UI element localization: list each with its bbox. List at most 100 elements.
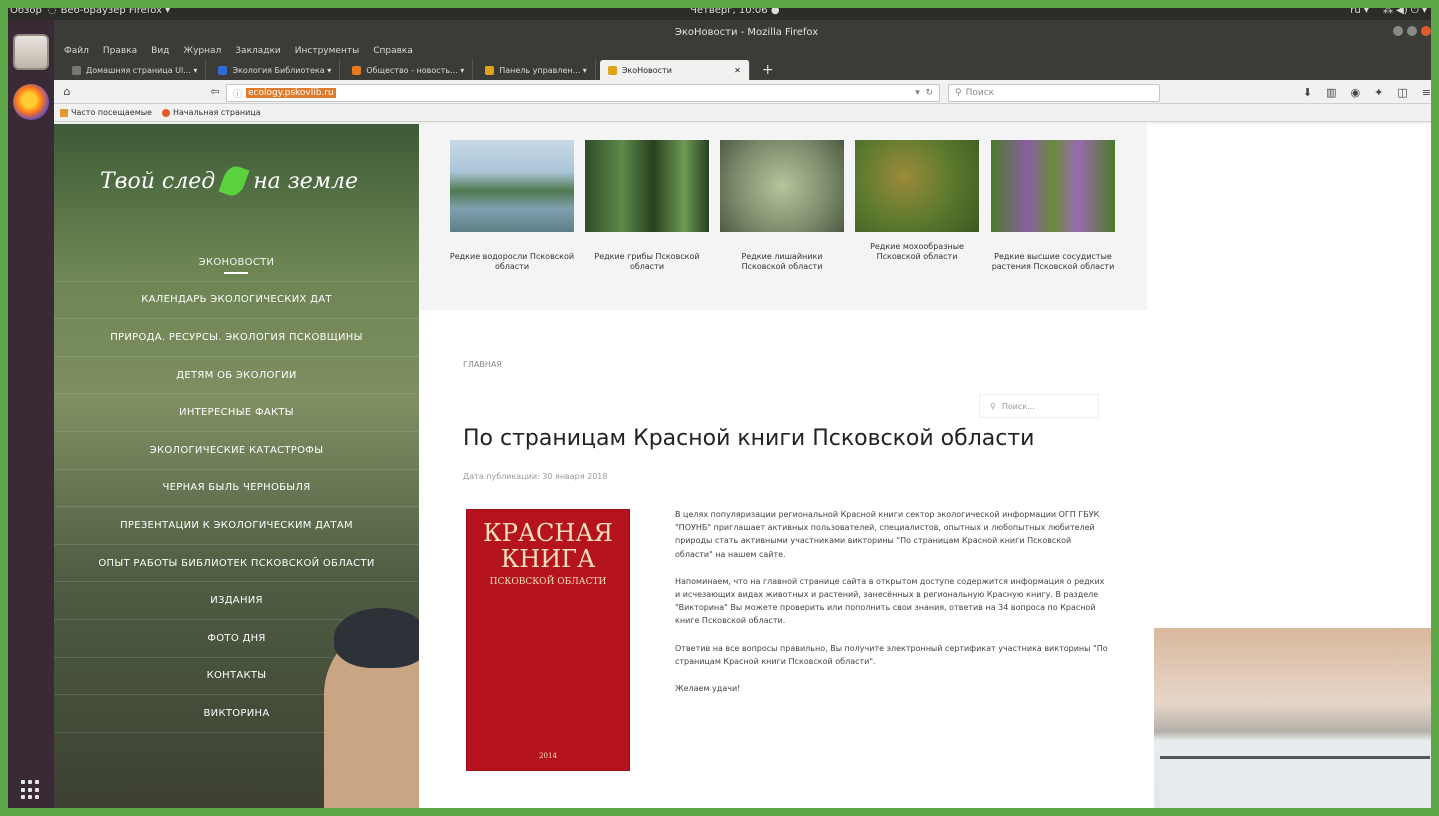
article-paragraph: Напоминаем, что на главной странице сайт…: [675, 576, 1105, 626]
tab-close-icon[interactable]: ✕: [734, 66, 741, 75]
nav-item-disasters[interactable]: ЭКОЛОГИЧЕСКИЕ КАТАСТРОФЫ: [54, 432, 419, 470]
keyboard-layout[interactable]: ru ▾: [1350, 5, 1369, 16]
interactive-whiteboard: [1160, 756, 1430, 816]
nav-item-calendar[interactable]: КАЛЕНДАРЬ ЭКОЛОГИЧЕСКИХ ДАТ: [54, 282, 419, 320]
nav-item-nature[interactable]: ПРИРОДА. РЕСУРСЫ. ЭКОЛОГИЯ ПСКОВЩИНЫ: [54, 319, 419, 357]
menu-icon[interactable]: ≡: [1422, 86, 1431, 99]
nav-item-kids[interactable]: ДЕТЯМ ОБ ЭКОЛОГИИ: [54, 357, 419, 395]
app-menu-label: Веб-браузер Firefox ▾: [60, 4, 171, 16]
gallery-caption[interactable]: Редкие высшие сосудистые растения Псковс…: [990, 252, 1116, 272]
new-tab-icon[interactable]: +: [754, 62, 782, 80]
search-placeholder: Поиск: [965, 88, 995, 98]
gallery-caption[interactable]: Редкие мохообразные Псковской области: [854, 242, 980, 262]
gallery-caption[interactable]: Редкие лишайники Псковской области: [719, 252, 845, 272]
window-title: ЭкоНовости - Mozilla Firefox: [674, 26, 819, 38]
status-icons[interactable]: ⁂ ◀) ⏻ ▾: [1383, 5, 1427, 16]
home-icon[interactable]: ⌂: [60, 85, 74, 98]
gallery-image-algae[interactable]: [450, 140, 574, 232]
window-controls: [1393, 26, 1431, 36]
tab-society-news[interactable]: Общество - новость... ▾: [344, 60, 474, 80]
firefox-bookmark-icon: [161, 108, 170, 117]
publication-date: Дата публикации: 30 января 2018: [463, 472, 608, 481]
nav-item-presentations[interactable]: ПРЕЗЕНТАЦИИ К ЭКОЛОГИЧЕСКИМ ДАТАМ: [54, 507, 419, 545]
maximize-icon[interactable]: [1407, 26, 1417, 36]
activities-button[interactable]: Обзор: [0, 5, 48, 16]
download-icon[interactable]: ⬇: [1303, 86, 1312, 99]
article-title: По страницам Красной книги Псковской обл…: [463, 426, 1035, 451]
tab-label: Общество - новость... ▾: [366, 65, 465, 75]
nav-item-facts[interactable]: ИНТЕРЕСНЫЕ ФАКТЫ: [54, 394, 419, 432]
window-titlebar: ЭкоНовости - Mozilla Firefox: [54, 20, 1439, 44]
system-tray[interactable]: ru ▾ ⁂ ◀) ⏻ ▾: [1350, 5, 1427, 16]
gallery-image-plants[interactable]: [991, 140, 1115, 232]
gallery-image-mosses[interactable]: [855, 140, 979, 232]
tab-favicon: [607, 65, 617, 75]
site-logo[interactable]: Твой след на земле: [100, 163, 359, 199]
tab-favicon: [485, 65, 495, 75]
menu-file[interactable]: Файл: [64, 46, 89, 56]
tab-favicon: [72, 65, 81, 75]
bookmark-label: Часто посещаемые: [71, 108, 152, 117]
site-search-placeholder: Поиск...: [1001, 401, 1035, 411]
bookmark-most-visited[interactable]: Часто посещаемые: [60, 108, 152, 117]
browser-search-input[interactable]: ⚲ Поиск: [948, 84, 1160, 102]
article-body: В целях популяризации региональной Красн…: [675, 508, 1111, 709]
menu-bar: Файл Правка Вид Журнал Закладки Инструме…: [54, 44, 1439, 58]
main-content: Редкие водоросли Псковской области Редки…: [419, 124, 1147, 816]
tab-label: ЭкоНовости: [621, 65, 672, 75]
minimize-icon[interactable]: [1393, 26, 1403, 36]
gallery-caption[interactable]: Редкие водоросли Псковской области: [449, 252, 575, 272]
nav-item-econews[interactable]: ЭКОНОВОСТИ: [54, 244, 419, 282]
breadcrumb[interactable]: Главная: [463, 360, 502, 369]
book-subtitle: ПСКОВСКОЙ ОБЛАСТИ: [489, 576, 607, 587]
tab-label: Домашняя страница Ul... ▾: [86, 65, 198, 75]
reload-icon[interactable]: ▾ ↻: [915, 88, 933, 98]
gallery-caption[interactable]: Редкие грибы Псковской области: [584, 252, 710, 272]
bookmarks-toolbar: Часто посещаемые Начальная страница: [54, 104, 1439, 122]
tab-favicon: [352, 65, 362, 75]
classroom-photo-overlay: [1154, 628, 1439, 816]
web-page: Твой след на земле ЭКОНОВОСТИ КАЛЕНДАРЬ …: [54, 124, 1439, 816]
info-icon[interactable]: ⓘ: [233, 87, 242, 100]
bookmark-icon[interactable]: ✦: [1374, 86, 1383, 99]
tab-control-panel[interactable]: Панель управлен... ▾: [477, 60, 596, 80]
menu-tools[interactable]: Инструменты: [295, 46, 359, 56]
close-icon[interactable]: [1421, 26, 1431, 36]
files-icon[interactable]: [13, 34, 49, 70]
nav-item-chernobyl[interactable]: ЧЕРНАЯ БЫЛЬ ЧЕРНОБЫЛЯ: [54, 470, 419, 508]
firefox-icon[interactable]: [13, 84, 49, 120]
show-applications-icon[interactable]: [21, 780, 41, 800]
sidebar-icon[interactable]: ◫: [1397, 86, 1407, 99]
url-bar[interactable]: ⓘ ecology.pskovlib.ru ▾ ↻: [226, 84, 940, 102]
tab-home[interactable]: Домашняя страница Ul... ▾: [64, 60, 207, 80]
url-text[interactable]: ecology.pskovlib.ru: [246, 88, 336, 98]
logo-text-left: Твой след: [100, 168, 216, 194]
back-icon[interactable]: ⇦: [208, 85, 222, 98]
gallery-image-fungi[interactable]: [585, 140, 709, 232]
tab-label: Панель управлен... ▾: [499, 65, 587, 75]
firefox-window: ЭкоНовости - Mozilla Firefox Файл Правка…: [54, 20, 1439, 816]
bookmark-start-page[interactable]: Начальная страница: [161, 108, 261, 117]
clock[interactable]: Четверг, 10:06 ●: [690, 5, 780, 16]
menu-help[interactable]: Справка: [373, 46, 413, 56]
book-year: 2014: [539, 752, 557, 760]
logo-text-right: на земле: [253, 168, 359, 194]
menu-edit[interactable]: Правка: [103, 46, 137, 56]
app-menu[interactable]: ◌ Веб-браузер Firefox ▾: [48, 5, 170, 16]
tab-econews[interactable]: ЭкоНовости ✕: [599, 60, 750, 80]
extension-icon[interactable]: ◉: [1351, 86, 1361, 99]
firefox-small-icon: ◌: [47, 4, 57, 16]
article-paragraph: В целях популяризации региональной Красн…: [675, 510, 1100, 559]
menu-history[interactable]: Журнал: [183, 46, 221, 56]
gallery-image-lichens[interactable]: [720, 140, 844, 232]
bookmark-label: Начальная страница: [172, 108, 261, 117]
site-search-input[interactable]: ⚲ Поиск...: [979, 394, 1099, 418]
tab-label: Экология Библиотека ▾: [232, 65, 332, 75]
tab-ecology-library[interactable]: Экология Библиотека ▾: [210, 60, 341, 80]
menu-view[interactable]: Вид: [151, 46, 169, 56]
search-icon: ⚲: [990, 401, 996, 411]
nav-item-library-experience[interactable]: ОПЫТ РАБОТЫ БИБЛИОТЕК ПСКОВСКОЙ ОБЛАСТИ: [54, 545, 419, 583]
library-icon[interactable]: ▥: [1326, 86, 1336, 99]
menu-bookmarks[interactable]: Закладки: [235, 46, 281, 56]
red-book-cover: КРАСНАЯ КНИГА ПСКОВСКОЙ ОБЛАСТИ 2014: [467, 510, 629, 770]
